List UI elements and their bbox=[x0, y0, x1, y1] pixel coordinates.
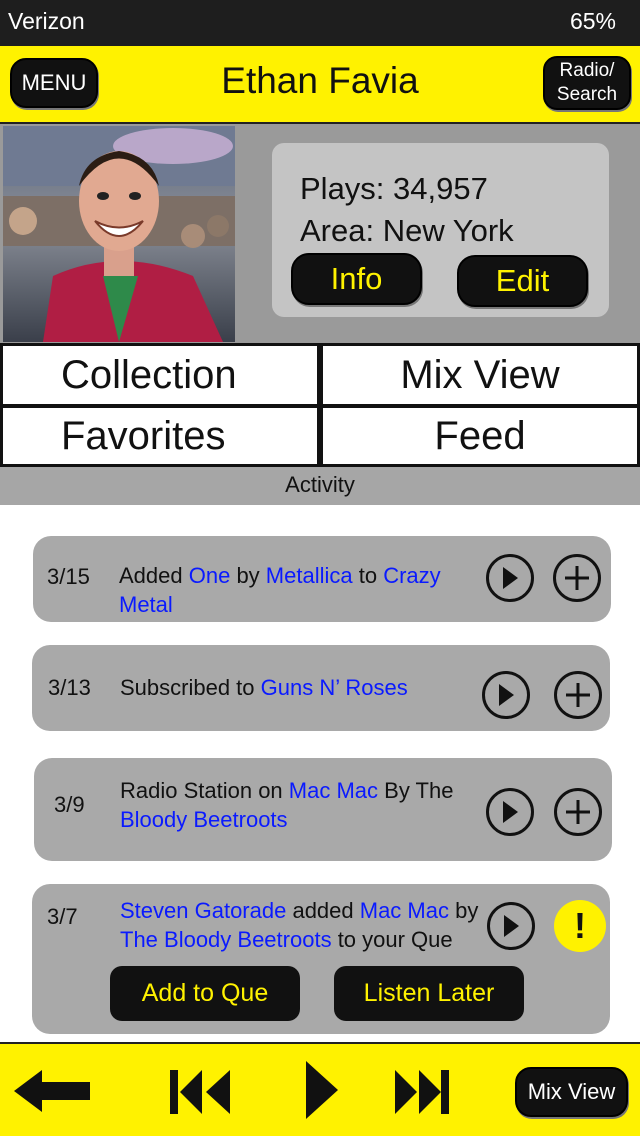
add-button[interactable] bbox=[554, 788, 602, 836]
app-header: MENU Ethan Favia Radio/ Search bbox=[0, 46, 640, 124]
activity-heading: Activity bbox=[0, 467, 640, 505]
play-button[interactable] bbox=[487, 902, 535, 950]
activity-description: Added One by Metallica to Crazy Metal bbox=[119, 561, 469, 619]
page-title: Ethan Favia bbox=[221, 60, 419, 101]
play-button[interactable] bbox=[482, 671, 530, 719]
activity-text: to bbox=[352, 563, 384, 588]
artist-link[interactable]: Bloody Beetroots bbox=[120, 807, 288, 832]
play-icon bbox=[499, 684, 514, 706]
activity-item: 3/15 Added One by Metallica to Crazy Meta… bbox=[33, 536, 611, 622]
tab-favorites[interactable]: Favorites bbox=[3, 408, 317, 464]
plus-icon bbox=[566, 683, 590, 707]
plus-icon bbox=[565, 566, 589, 590]
menu-button[interactable]: MENU bbox=[10, 58, 98, 108]
plays-count: Plays: 34,957 bbox=[300, 171, 488, 206]
play-pause-icon[interactable] bbox=[303, 1058, 341, 1127]
next-track-icon[interactable] bbox=[393, 1068, 451, 1121]
section-nav: Collection Mix View Favorites Feed bbox=[0, 343, 640, 467]
activity-text: Subscribed to bbox=[120, 675, 261, 700]
status-bar: Verizon 65% bbox=[0, 0, 640, 46]
carrier-label: Verizon bbox=[8, 8, 85, 34]
activity-item: 3/7 Steven Gatorade added Mac Mac by The … bbox=[32, 884, 610, 1034]
previous-track-icon[interactable] bbox=[168, 1068, 234, 1121]
radio-search-label-line1: Radio/ bbox=[559, 60, 615, 81]
area-label: Area: New York bbox=[300, 213, 514, 248]
radio-search-button[interactable]: Radio/ Search bbox=[543, 56, 631, 110]
play-icon bbox=[504, 915, 519, 937]
player-bar: Mix View bbox=[0, 1042, 640, 1136]
back-arrow-icon[interactable] bbox=[12, 1068, 92, 1119]
activity-text: by bbox=[449, 898, 479, 923]
edit-button[interactable]: Edit bbox=[457, 255, 588, 307]
listen-later-button[interactable]: Listen Later bbox=[334, 966, 524, 1021]
activity-item: 3/13 Subscribed to Guns N’ Roses bbox=[32, 645, 610, 731]
activity-text: Added bbox=[119, 563, 189, 588]
play-icon bbox=[503, 567, 518, 589]
activity-description: Steven Gatorade added Mac Mac by The Bloo… bbox=[120, 896, 480, 954]
activity-date: 3/7 bbox=[47, 904, 78, 929]
profile-stats-card: Plays: 34,957 Area: New York Info Edit bbox=[272, 143, 609, 317]
add-to-que-button[interactable]: Add to Que bbox=[110, 966, 300, 1021]
artist-link[interactable]: Metallica bbox=[266, 563, 353, 588]
activity-text: by bbox=[230, 563, 266, 588]
activity-text: Radio Station on bbox=[120, 778, 289, 803]
song-link[interactable]: Mac Mac bbox=[360, 898, 449, 923]
play-icon bbox=[503, 801, 518, 823]
play-button[interactable] bbox=[486, 554, 534, 602]
add-button[interactable] bbox=[553, 554, 601, 602]
plus-icon bbox=[566, 800, 590, 824]
activity-text: added bbox=[286, 898, 360, 923]
activity-date: 3/9 bbox=[54, 792, 85, 817]
activity-text: to your Que bbox=[331, 927, 453, 952]
user-link[interactable]: Steven Gatorade bbox=[120, 898, 286, 923]
tab-collection[interactable]: Collection bbox=[3, 346, 317, 404]
info-button[interactable]: Info bbox=[291, 253, 422, 305]
tab-feed[interactable]: Feed bbox=[323, 408, 637, 464]
song-link[interactable]: One bbox=[189, 563, 231, 588]
song-link[interactable]: Mac Mac bbox=[289, 778, 378, 803]
profile-photo bbox=[3, 126, 235, 342]
profile-panel: Plays: 34,957 Area: New York Info Edit bbox=[0, 124, 640, 344]
activity-date: 3/13 bbox=[48, 675, 91, 700]
playlist-link[interactable]: Crazy bbox=[383, 563, 440, 588]
mix-view-button[interactable]: Mix View bbox=[515, 1067, 628, 1117]
radio-search-label-line2: Search bbox=[556, 84, 618, 105]
artist-link[interactable]: Guns N’ Roses bbox=[261, 675, 408, 700]
activity-description: Subscribed to Guns N’ Roses bbox=[120, 673, 470, 702]
battery-level: 65% bbox=[569, 8, 616, 34]
add-button[interactable] bbox=[554, 671, 602, 719]
activity-item: 3/9 Radio Station on Mac Mac By The Blood… bbox=[34, 758, 612, 861]
activity-text: By The bbox=[378, 778, 454, 803]
alert-icon[interactable]: ! bbox=[554, 900, 606, 952]
tab-mix-view[interactable]: Mix View bbox=[323, 346, 637, 404]
activity-description: Radio Station on Mac Mac By The Bloody Be… bbox=[120, 776, 480, 834]
playlist-link-continued[interactable]: Metal bbox=[119, 592, 173, 617]
artist-link[interactable]: The Bloody Beetroots bbox=[120, 927, 332, 952]
play-button[interactable] bbox=[486, 788, 534, 836]
activity-date: 3/15 bbox=[47, 564, 90, 589]
